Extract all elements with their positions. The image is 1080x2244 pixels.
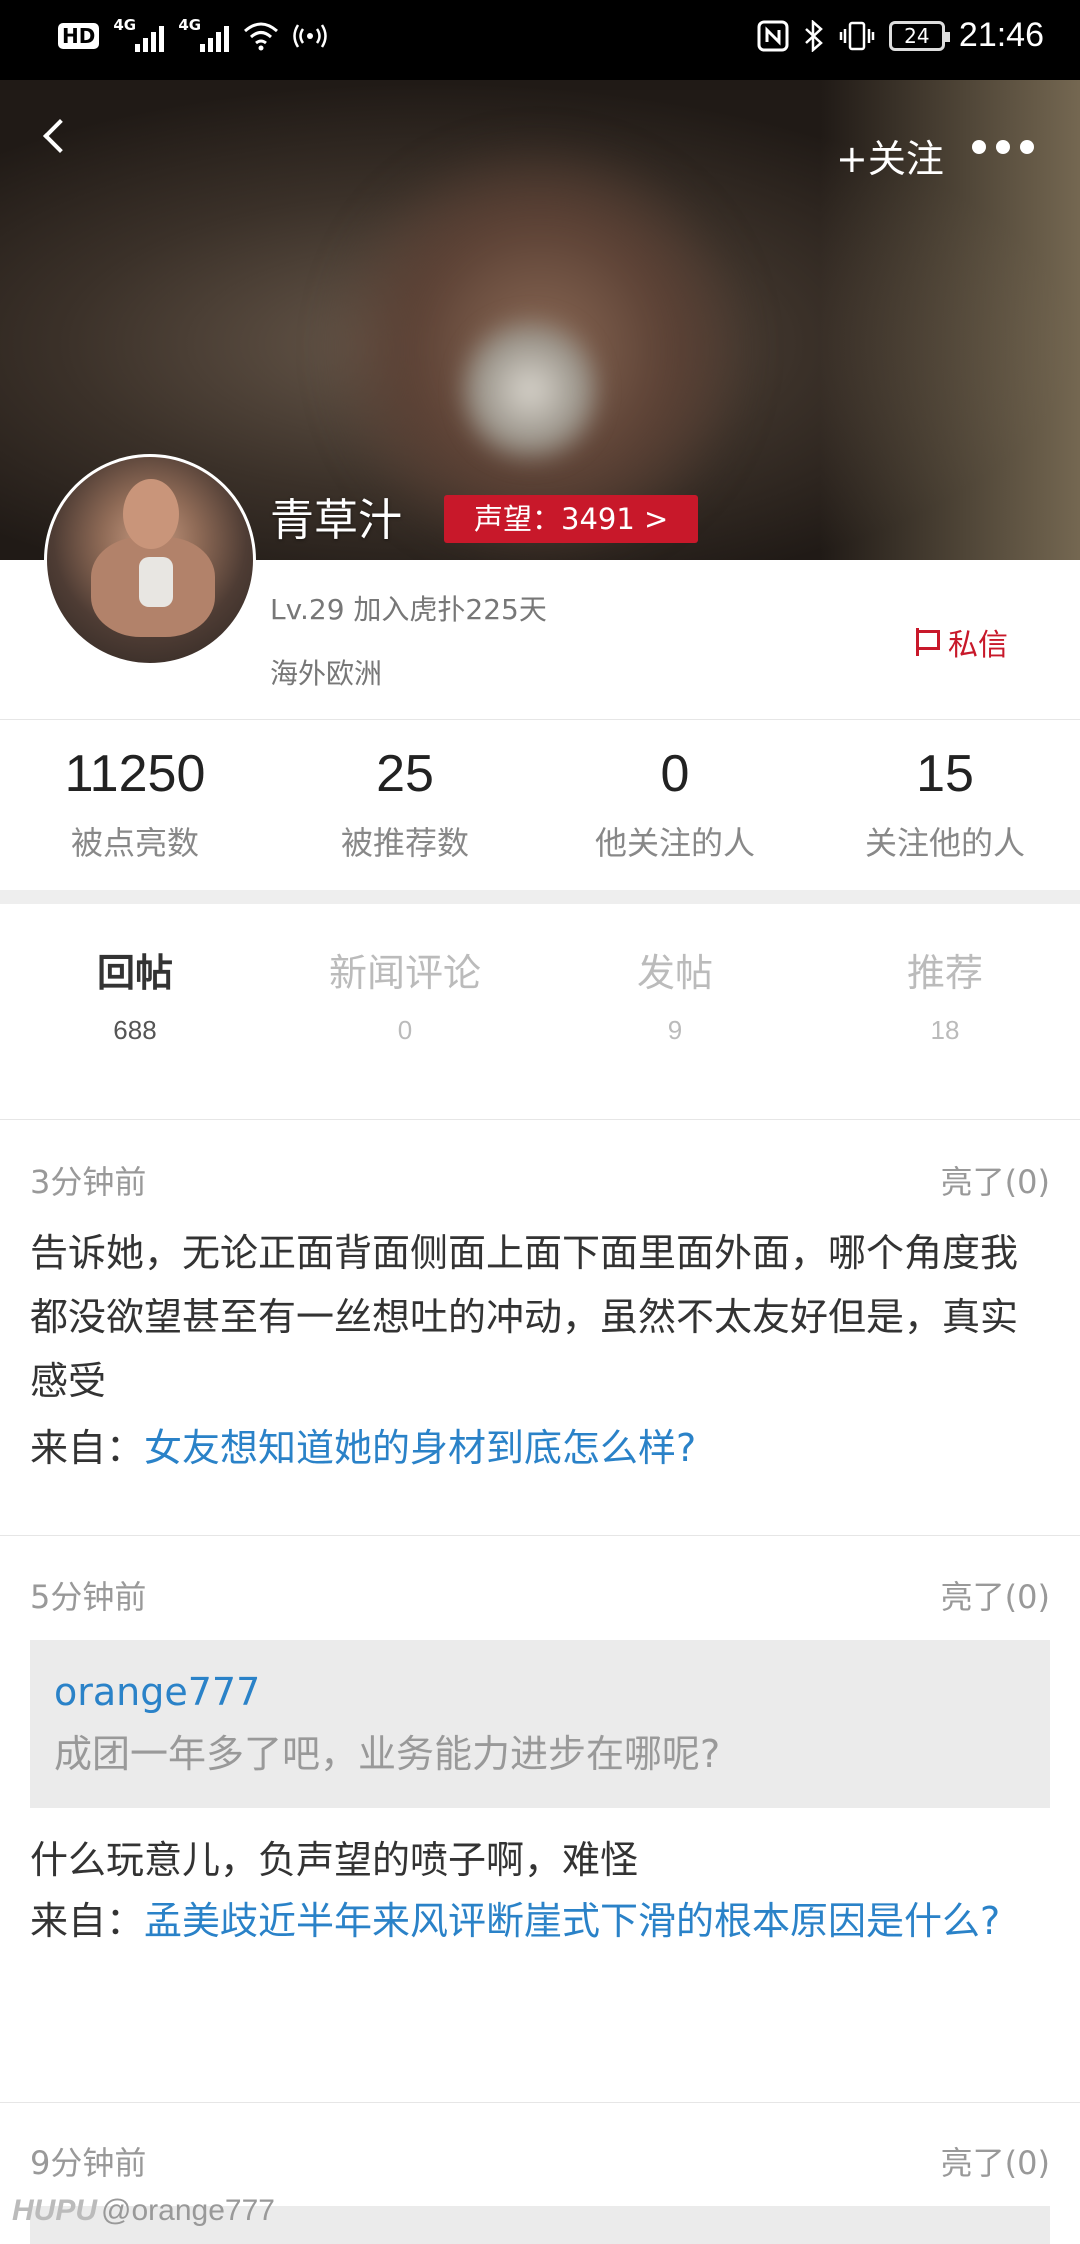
like-count[interactable]: 亮了(0)	[941, 1157, 1050, 1203]
divider	[0, 719, 1080, 720]
post-content: 什么玩意儿，负声望的喷子啊，难怪	[30, 1838, 639, 1882]
message-button[interactable]: 私信	[916, 620, 1008, 664]
list-item[interactable]: 9分钟前 亮了(0)	[0, 2138, 1080, 2244]
message-label: 私信	[948, 628, 1008, 663]
back-icon[interactable]	[30, 112, 80, 162]
post-time: 3分钟前	[30, 1163, 147, 1201]
vibrate-icon	[839, 21, 875, 50]
post-time: 9分钟前	[30, 2144, 147, 2182]
stats-row: 11250 被点亮数 25 被推荐数 0 他关注的人 15 关注他的人	[0, 728, 1080, 888]
tab-recommended[interactable]: 推荐 18	[810, 928, 1080, 1078]
signal-icon: 4G	[113, 16, 165, 52]
divider	[0, 1535, 1080, 1536]
list-item[interactable]: 5分钟前 亮了(0) orange777 成团一年多了吧，业务能力进步在哪呢? …	[0, 1572, 1080, 2092]
post-time: 5分钟前	[30, 1578, 147, 1616]
tab-news-comments[interactable]: 新闻评论 0	[270, 928, 540, 1078]
region-label: 海外欧洲	[270, 657, 383, 690]
username: 青草汁	[270, 495, 402, 546]
quoted-user[interactable]: orange777	[54, 1662, 1026, 1722]
stat-recommends[interactable]: 25 被推荐数	[270, 728, 540, 888]
follow-button[interactable]: +关注	[836, 128, 944, 183]
stat-following[interactable]: 0 他关注的人	[540, 728, 810, 888]
stat-followers[interactable]: 15 关注他的人	[810, 728, 1080, 888]
quoted-reply: orange777 成团一年多了吧，业务能力进步在哪呢?	[30, 1640, 1050, 1808]
list-item[interactable]: 3分钟前 亮了(0) 告诉她，无论正面背面侧面上面下面里面外面，哪个角度我都没欲…	[0, 1157, 1080, 1537]
more-icon[interactable]	[972, 140, 1034, 154]
post-source: 来自：孟美歧近半年来风评断崖式下滑的根本原因是什么?	[30, 1899, 1001, 1943]
avatar[interactable]	[44, 454, 256, 666]
nfc-icon	[757, 20, 789, 51]
wifi-icon	[244, 22, 279, 51]
tab-replies[interactable]: 回帖 688	[0, 928, 270, 1078]
source-link[interactable]: 女友想知道她的身材到底怎么样?	[144, 1426, 696, 1470]
bluetooth-icon	[805, 19, 823, 52]
hotspot-icon	[293, 24, 328, 48]
clock: 21:46	[958, 16, 1044, 54]
source-link[interactable]: 孟美歧近半年来风评断崖式下滑的根本原因是什么?	[144, 1899, 1000, 1943]
battery-icon: 24	[888, 20, 950, 51]
quoted-text: 成团一年多了吧，业务能力进步在哪呢?	[54, 1732, 721, 1776]
post-source: 来自：女友想知道她的身材到底怎么样?	[30, 1426, 697, 1470]
reputation-badge[interactable]: 声望：3491 >	[444, 495, 699, 543]
flag-icon	[916, 628, 940, 656]
divider	[0, 2102, 1080, 2103]
like-count[interactable]: 亮了(0)	[941, 1572, 1050, 1618]
tab-posts[interactable]: 发帖 9	[540, 928, 810, 1078]
status-bar: HD 4G 4G 24 21:46	[0, 0, 1080, 80]
stat-lights[interactable]: 11250 被点亮数	[0, 728, 270, 888]
hd-icon: HD	[58, 23, 100, 49]
signal-icon: 4G	[178, 16, 230, 52]
watermark: HUPU @orange777	[12, 2194, 275, 2227]
post-content: 告诉她，无论正面背面侧面上面下面里面外面，哪个角度我都没欲望甚至有一丝想吐的冲动…	[30, 1231, 1019, 1403]
content-tabs: 回帖 688 新闻评论 0 发帖 9 推荐 18	[0, 928, 1080, 1078]
divider	[0, 1119, 1080, 1120]
level-join-info: Lv.29 加入虎扑225天	[270, 593, 547, 626]
like-count[interactable]: 亮了(0)	[941, 2138, 1050, 2184]
section-separator	[0, 890, 1080, 904]
